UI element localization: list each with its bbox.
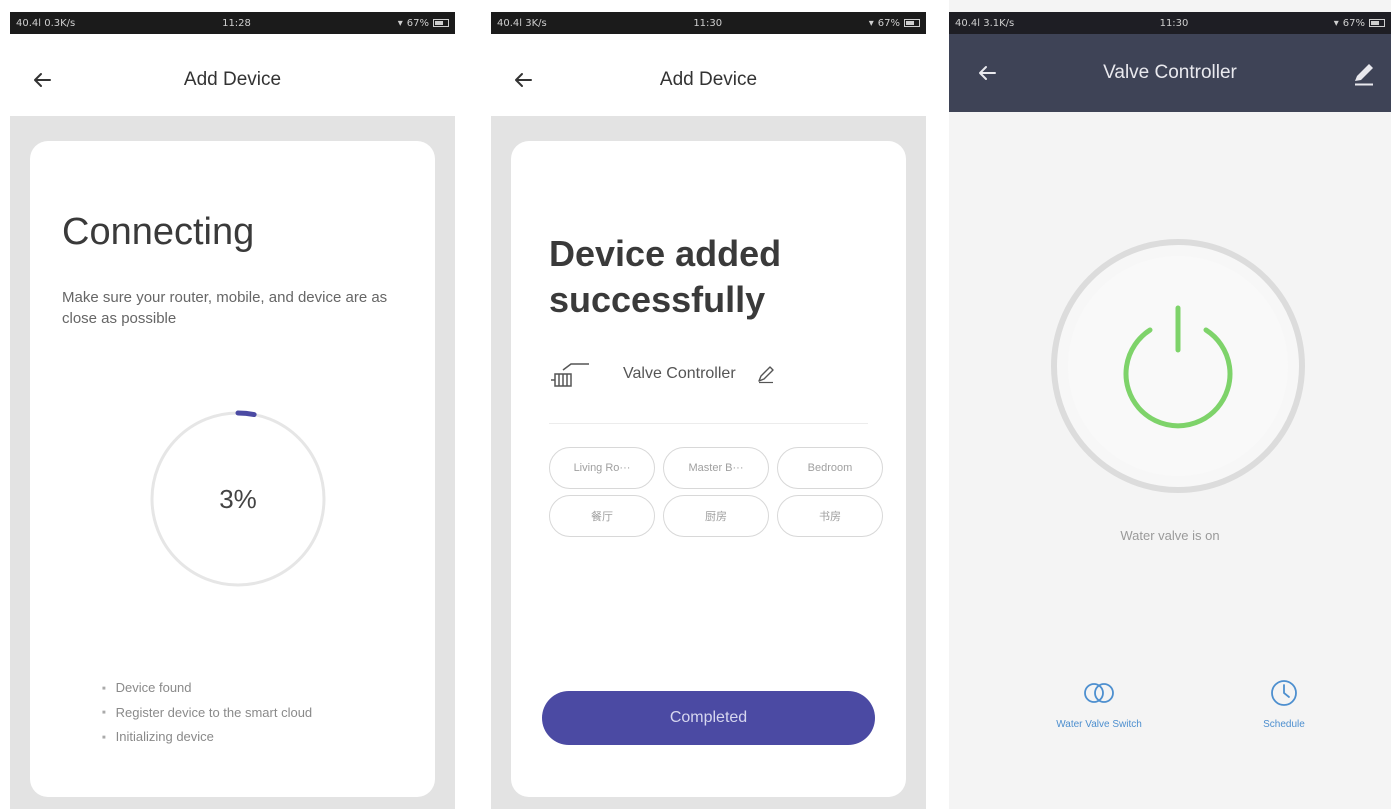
connecting-screen: 40.4l 0.3K/s 11:28 ▾ 67% Add Device Conn… <box>0 0 465 809</box>
clock-icon <box>1271 680 1297 706</box>
room-chip[interactable]: Living Ro··· <box>549 447 655 489</box>
success-heading: Device added successfully <box>549 233 782 320</box>
status-icons: ▾ 67% <box>398 18 449 29</box>
water-valve-switch-label: Water Valve Switch <box>1056 719 1142 730</box>
nav-bar: Add Device <box>481 50 936 110</box>
bottom-actions: Water Valve Switch Schedule <box>949 675 1391 755</box>
step-item: Register device to the smart cloud <box>102 701 313 726</box>
nav-bar: Valve Controller <box>949 34 1391 112</box>
page-title: Valve Controller <box>1103 62 1237 83</box>
connecting-heading: Connecting <box>62 211 255 253</box>
room-chip[interactable]: Bedroom <box>777 447 883 489</box>
connection-steps: Device found Register device to the smar… <box>102 676 313 750</box>
schedule-label: Schedule <box>1263 719 1305 730</box>
battery-icon <box>432 19 449 27</box>
content-background: Device added successfully Valve Controll… <box>491 116 926 809</box>
status-bar: 40.4l 3.1K/s 11:30 ▾ 67% <box>949 12 1391 34</box>
status-network: 40.4l 3K/s <box>497 17 547 29</box>
status-icons: ▾ 67% <box>869 18 920 29</box>
power-button[interactable] <box>1050 238 1306 494</box>
room-chip[interactable]: Master B··· <box>663 447 769 489</box>
room-chip[interactable]: 书房 <box>777 495 883 537</box>
room-selector: Living Ro··· Master B··· Bedroom 餐厅 厨房 书… <box>549 447 885 537</box>
divider <box>549 423 868 424</box>
edit-pencil-icon[interactable] <box>1351 61 1377 87</box>
valve-status-text: Water valve is on <box>1120 528 1220 543</box>
status-time: 11:28 <box>222 17 251 29</box>
status-bar: 40.4l 0.3K/s 11:28 ▾ 67% <box>10 12 455 34</box>
valve-device-icon <box>551 363 589 387</box>
connecting-card: Connecting Make sure your router, mobile… <box>30 141 435 797</box>
page-title: Add Device <box>183 69 282 90</box>
room-chip[interactable]: 餐厅 <box>549 495 655 537</box>
toggle-icon <box>1084 683 1114 703</box>
status-network: 40.4l 3.1K/s <box>955 17 1015 29</box>
status-bar: 40.4l 3K/s 11:30 ▾ 67% <box>491 12 926 34</box>
page-title: Add Device <box>659 69 758 90</box>
schedule-button[interactable]: Schedule <box>1199 675 1369 730</box>
status-time: 11:30 <box>693 17 723 29</box>
step-item: Device found <box>102 676 312 701</box>
wifi-icon: ▾ <box>1333 17 1339 29</box>
wifi-icon: ▾ <box>397 17 403 29</box>
valve-controller-screen: 40.4l 3.1K/s 11:30 ▾ 67% Valve Controlle… <box>949 0 1391 809</box>
wifi-icon: ▾ <box>868 17 874 29</box>
edit-pencil-icon[interactable] <box>756 364 776 384</box>
success-card: Device added successfully Valve Controll… <box>511 141 906 797</box>
battery-percent: 67% <box>1342 17 1365 29</box>
water-valve-switch-button[interactable]: Water Valve Switch <box>1014 675 1184 730</box>
nav-bar: Add Device <box>0 50 465 110</box>
battery-icon <box>1368 19 1385 27</box>
device-added-screen: 40.4l 3K/s 11:30 ▾ 67% Add Device Device… <box>481 0 936 809</box>
battery-icon <box>903 19 920 27</box>
back-arrow-icon[interactable] <box>30 68 54 92</box>
connecting-subtitle: Make sure your router, mobile, and devic… <box>62 289 388 327</box>
battery-percent: 67% <box>877 17 900 29</box>
step-item: Initializing device <box>102 725 312 750</box>
status-network: 40.4l 0.3K/s <box>16 17 76 29</box>
progress-percent: 3% <box>219 483 257 514</box>
completed-button[interactable]: Completed <box>542 691 875 745</box>
device-name: Valve Controller <box>623 365 736 382</box>
battery-percent: 67% <box>406 17 429 29</box>
status-icons: ▾ 67% <box>1334 18 1385 29</box>
device-row: Valve Controller <box>549 356 776 392</box>
status-time: 11:30 <box>1159 17 1189 29</box>
content-background: Connecting Make sure your router, mobile… <box>10 116 455 809</box>
back-arrow-icon[interactable] <box>975 61 999 85</box>
back-arrow-icon[interactable] <box>511 68 535 92</box>
room-chip[interactable]: 厨房 <box>663 495 769 537</box>
